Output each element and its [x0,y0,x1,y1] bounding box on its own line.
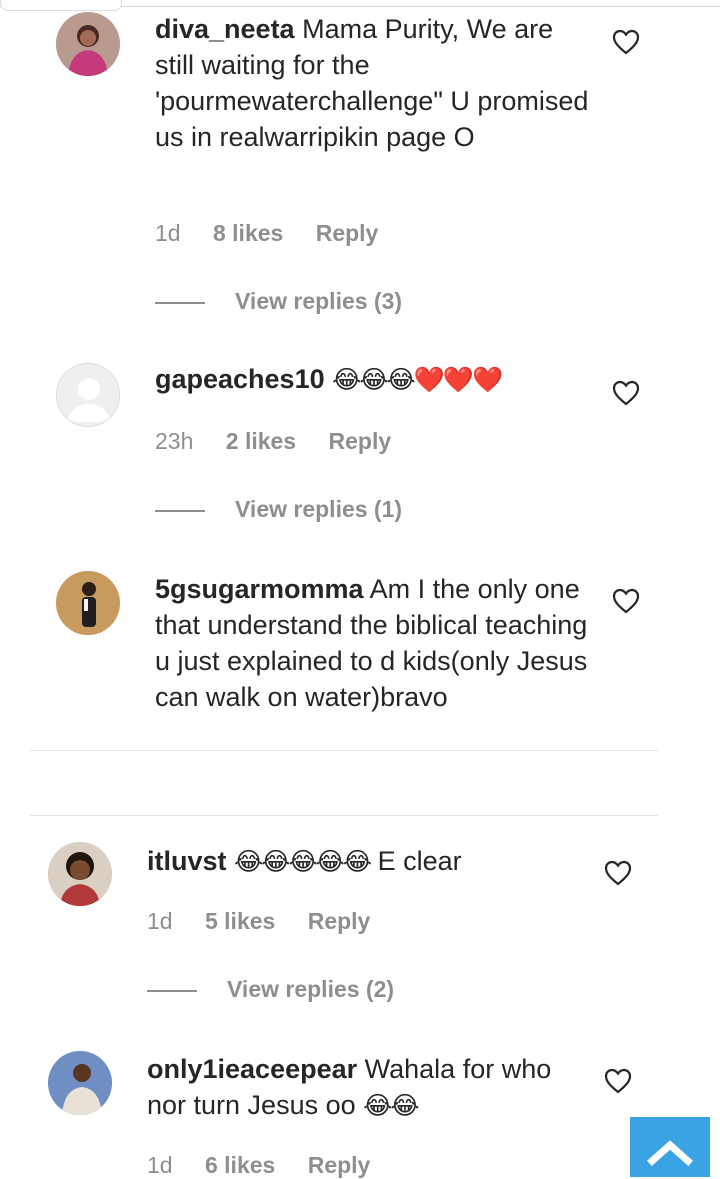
default-avatar-icon [57,364,119,426]
emoji-text: 😂😂😂❤️❤️❤️ [332,366,503,394]
scroll-to-top-button[interactable] [630,1117,710,1177]
comment-text: gapeaches10 😂😂😂❤️❤️❤️ [155,361,595,398]
comment-body: E clear [377,846,462,876]
username[interactable]: gapeaches10 [155,364,325,394]
avatar-photo-icon [56,12,120,76]
emoji-text: 😂😂 [363,1092,419,1120]
replies-dash [147,989,197,992]
view-replies-label: View replies (2) [227,976,395,1002]
reply-button[interactable]: Reply [329,428,392,454]
heart-outline-icon[interactable] [612,29,640,55]
replies-dash [155,509,205,512]
comment-meta: 1d 6 likes Reply [147,1152,396,1179]
view-replies-label: View replies (3) [235,288,403,314]
heart-outline-icon[interactable] [604,860,632,886]
emoji-text: 😂😂😂😂😂 [234,848,372,876]
reply-button[interactable]: Reply [308,1152,371,1178]
heart-outline-icon[interactable] [604,1068,632,1094]
avatar[interactable] [56,363,120,427]
avatar[interactable] [56,12,120,76]
avatar[interactable] [56,571,120,635]
comment-meta: 23h 2 likes Reply [155,428,417,455]
comment-meta: 1d 5 likes Reply [147,908,396,935]
view-replies-button[interactable]: View replies (2) [147,976,394,1003]
view-replies-button[interactable]: View replies (3) [155,288,402,315]
comment-meta: 1d 8 likes Reply [155,220,404,247]
comment-time: 23h [155,428,194,454]
comment-time: 1d [155,220,181,246]
avatar-photo-icon [56,571,120,635]
comment-text: 5gsugarmomma Am I the only one that unde… [155,571,595,715]
heart-outline-icon[interactable] [612,380,640,406]
reply-button[interactable]: Reply [316,220,379,246]
comment-time: 1d [147,1152,173,1178]
username[interactable]: only1ieaceepear [147,1054,357,1084]
view-replies-label: View replies (1) [235,496,403,522]
avatar[interactable] [48,842,112,906]
avatar[interactable] [48,1051,112,1115]
likes-count[interactable]: 2 likes [226,428,296,454]
divider [30,750,658,751]
comment-text: diva_neeta Mama Purity, We are still wai… [155,11,595,155]
replies-dash [155,301,205,304]
likes-count[interactable]: 5 likes [205,908,275,934]
comment-time: 1d [147,908,173,934]
comment-text: only1ieaceepear Wahala for who nor turn … [147,1051,567,1124]
likes-count[interactable]: 8 likes [213,220,283,246]
heart-outline-icon[interactable] [612,588,640,614]
avatar-photo-icon [48,1051,112,1115]
likes-count[interactable]: 6 likes [205,1152,275,1178]
chevron-up-icon [647,1140,693,1166]
avatar-photo-icon [48,842,112,906]
top-tab [0,0,122,11]
username[interactable]: itluvst [147,846,227,876]
username[interactable]: diva_neeta [155,14,295,44]
reply-button[interactable]: Reply [308,908,371,934]
comment-text: itluvst 😂😂😂😂😂 E clear [147,843,597,880]
username[interactable]: 5gsugarmomma [155,574,364,604]
divider [30,815,658,816]
view-replies-button[interactable]: View replies (1) [155,496,402,523]
